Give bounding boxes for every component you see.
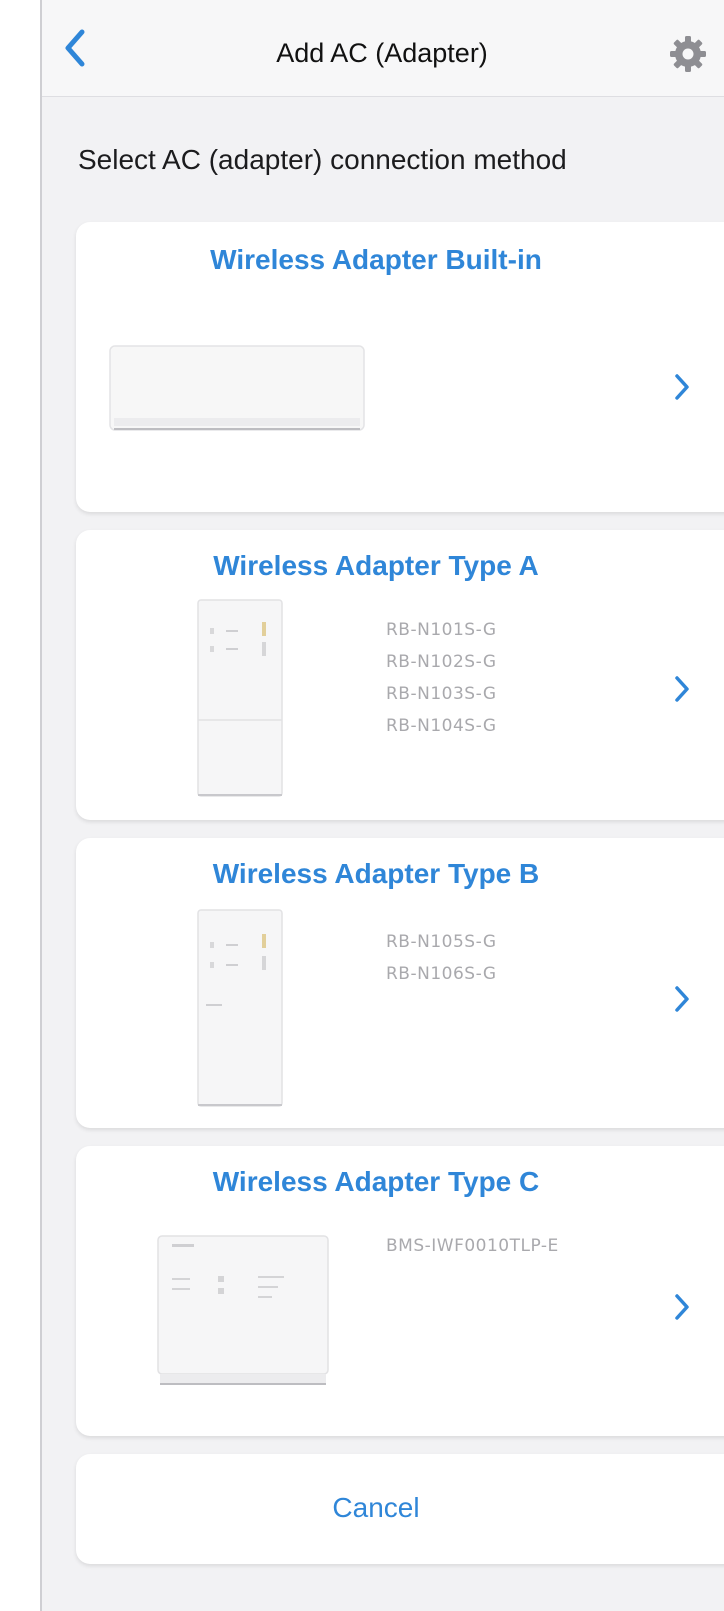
gear-icon [670,36,706,72]
indoor-unit-image [109,345,365,431]
model-number: BMS-IWF0010TLP-E [386,1236,559,1256]
adapter-type-c-image [157,1235,329,1385]
model-list: BMS-IWF0010TLP-E [386,1230,559,1262]
page-title: Add AC (Adapter) [276,38,488,68]
model-number: RB-N103S-G [386,684,497,704]
option-title: Wireless Adapter Type B [212,858,540,889]
app-screen: Add AC (Adapter) Select AC (adapter) con… [40,0,724,1611]
chevron-right-icon [675,676,689,702]
model-list: RB-N101S-G RB-N102S-G RB-N103S-G RB-N104… [386,614,497,742]
option-type-c[interactable]: Wireless Adapter Type C BMS-IWF0010TLP-E [76,1146,724,1436]
option-title: Wireless Adapter Type A [213,550,539,581]
model-number: RB-N104S-G [386,716,497,736]
model-number: RB-N106S-G [386,964,497,984]
option-title: Wireless Adapter Type C [212,1166,540,1197]
model-number: RB-N101S-G [386,620,497,640]
model-number: RB-N105S-G [386,932,497,952]
adapter-type-b-image [197,909,283,1107]
section-heading: Select AC (adapter) connection method [78,144,567,175]
chevron-left-icon [65,29,85,67]
model-list: RB-N105S-G RB-N106S-G [386,926,497,990]
navigation-bar: Add AC (Adapter) [42,0,724,97]
option-built-in[interactable]: Wireless Adapter Built-in [76,222,724,512]
adapter-type-a-image [197,599,283,797]
option-type-b[interactable]: Wireless Adapter Type B RB-N105S-G RB-N1… [76,838,724,1128]
back-button[interactable] [56,24,96,72]
option-type-a[interactable]: Wireless Adapter Type A RB-N101S-G RB-N1… [76,530,724,820]
settings-button[interactable] [668,34,708,74]
chevron-right-icon [675,986,689,1012]
model-number: RB-N102S-G [386,652,497,672]
cancel-label: Cancel [332,1492,420,1523]
cancel-button[interactable]: Cancel [76,1454,724,1564]
chevron-right-icon [675,1294,689,1320]
option-title: Wireless Adapter Built-in [210,244,542,275]
chevron-right-icon [675,374,689,400]
